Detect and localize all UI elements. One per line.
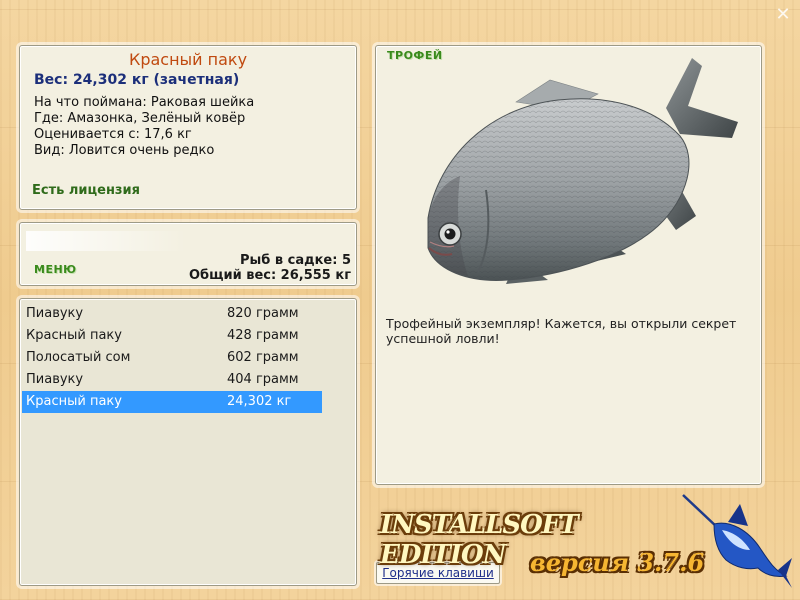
trophy-panel: ТРОФЕЙ Трофейный экземпляр! Кажется, вы … [375, 45, 762, 485]
rarity-info: Вид: Ловится очень редко [34, 143, 215, 158]
list-item-weight: 24,302 кг [227, 394, 292, 409]
menu-panel: МЕНЮ Рыб в садке: 5 Общий вес: 26,555 кг [19, 222, 357, 286]
fish-weight: Вес: 24,302 кг (зачетная) [34, 72, 240, 88]
valued-info: Оценивается с: 17,6 кг [34, 127, 192, 142]
menu-highlight [26, 231, 186, 251]
catch-info-panel: Красный паку Вес: 24,302 кг (зачетная) Н… [19, 45, 357, 210]
list-item[interactable]: Пиавуку 404 грамм [22, 369, 322, 391]
fish-name: Красный паку [128, 50, 248, 69]
list-item-name: Полосатый сом [26, 350, 131, 365]
list-item-name: Красный паку [26, 394, 122, 409]
place-info: Где: Амазонка, Зелёный ковёр [34, 111, 246, 126]
bait-info: На что поймана: Раковая шейка [34, 95, 255, 110]
marlin-icon [682, 494, 792, 588]
list-item[interactable]: Пиавуку 820 грамм [22, 303, 322, 325]
red-pacu-fish-image [427, 58, 738, 284]
menu-button[interactable]: МЕНЮ [34, 263, 77, 276]
catch-list[interactable]: Пиавуку 820 грамм Красный паку 428 грамм… [19, 298, 357, 586]
list-item-name: Красный паку [26, 328, 122, 343]
list-item-weight: 602 грамм [227, 350, 299, 365]
list-item[interactable]: Красный паку 428 грамм [22, 325, 322, 347]
trophy-message: Трофейный экземпляр! Кажется, вы открыли… [386, 316, 737, 346]
list-item-weight: 428 грамм [227, 328, 299, 343]
total-weight: Общий вес: 26,555 кг [188, 268, 351, 283]
license-status: Есть лицензия [32, 183, 140, 198]
list-item-name: Пиавуку [26, 306, 84, 321]
list-item-weight: 404 грамм [227, 372, 299, 387]
list-item-weight: 820 грамм [227, 306, 299, 321]
close-icon[interactable]: ✕ [774, 6, 792, 24]
list-item-selected[interactable]: Красный паку 24,302 кг [22, 391, 322, 413]
list-item[interactable]: Полосатый сом 602 грамм [22, 347, 322, 369]
fish-count: Рыб в садке: 5 [239, 253, 351, 268]
list-item-name: Пиавуку [26, 372, 84, 387]
